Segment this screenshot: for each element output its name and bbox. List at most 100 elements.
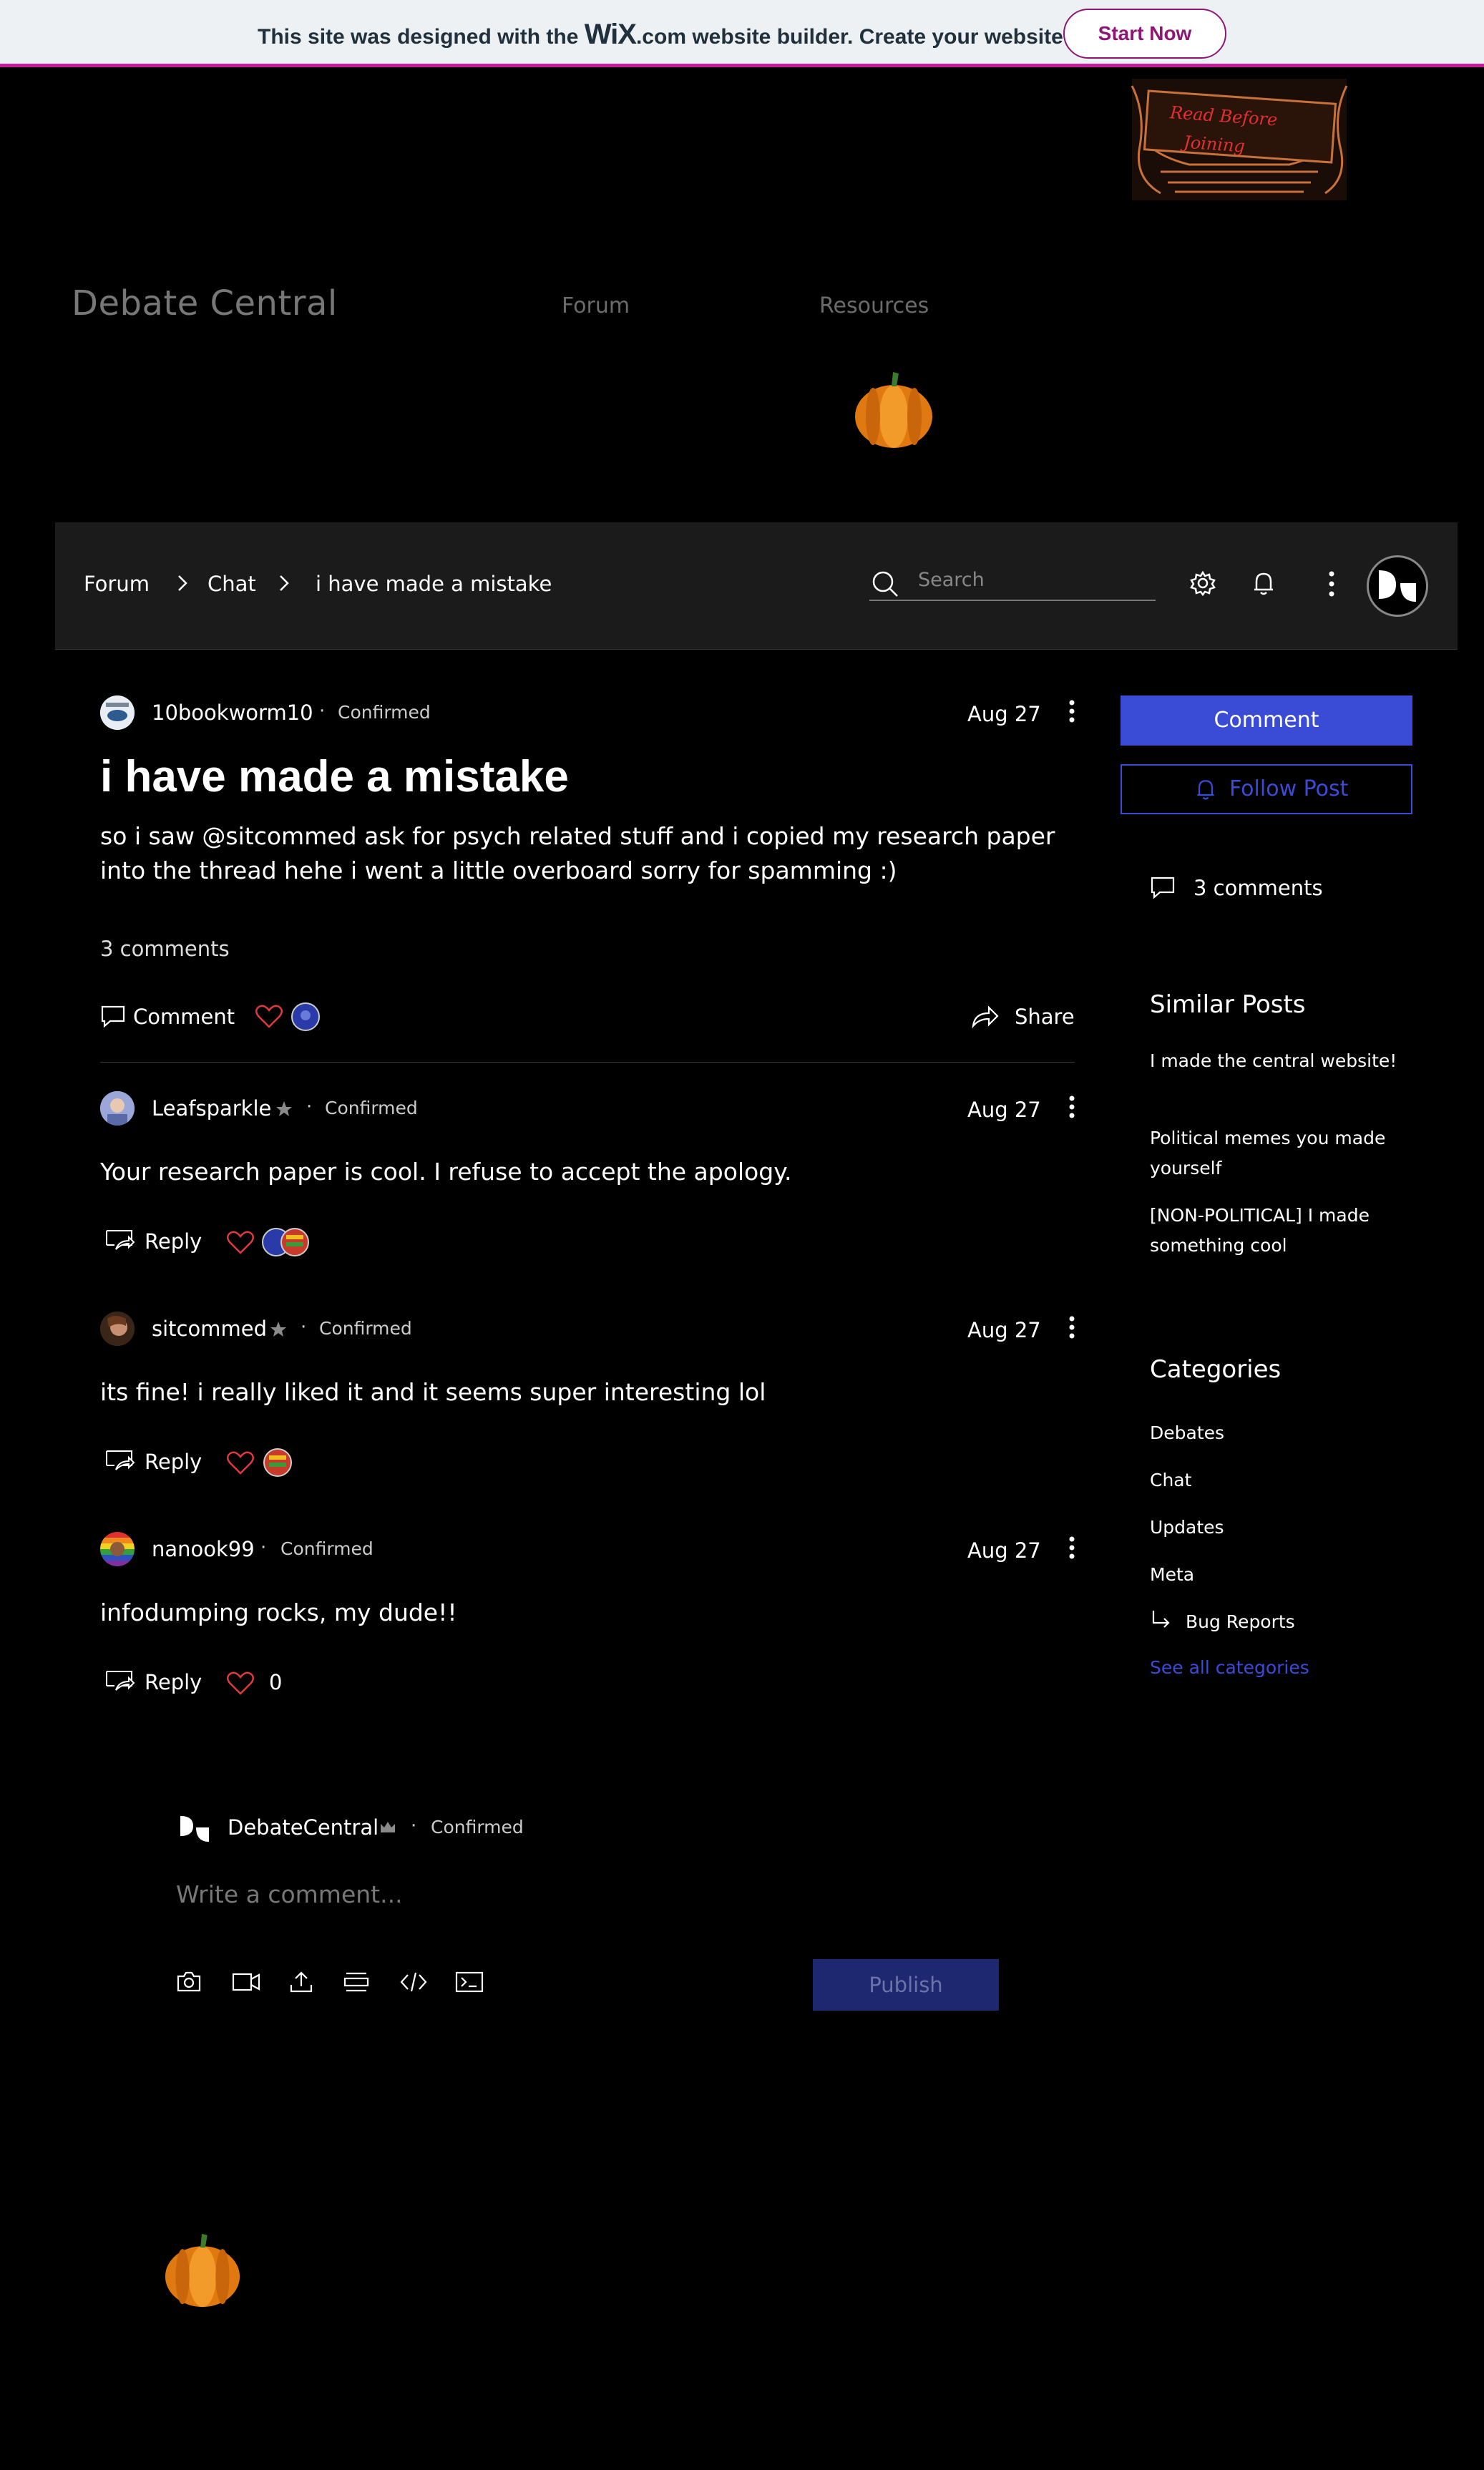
- liker-avatar-icon[interactable]: [262, 1447, 293, 1478]
- category-debates[interactable]: Debates: [1150, 1418, 1407, 1448]
- bell-icon[interactable]: [1250, 570, 1277, 597]
- confirmed-badge: Confirmed: [280, 1538, 374, 1559]
- comment-date: Aug 27: [967, 1318, 1041, 1342]
- categories-title: Categories: [1150, 1355, 1282, 1384]
- follow-post-label: Follow Post: [1229, 776, 1349, 801]
- code-icon[interactable]: [399, 1971, 428, 1993]
- debate-central-avatar-icon: [180, 1816, 209, 1842]
- reply-button[interactable]: Reply: [145, 1229, 202, 1254]
- crown-icon: [381, 1822, 395, 1832]
- video-icon[interactable]: [232, 1971, 260, 1993]
- comment-input[interactable]: [176, 1876, 999, 1912]
- terminal-icon[interactable]: [455, 1971, 484, 1993]
- breadcrumb-current: i have made a mistake: [316, 572, 552, 596]
- more-options-icon[interactable]: [1065, 699, 1079, 728]
- star-icon: [270, 1322, 286, 1337]
- separator-dot: ·: [306, 1096, 313, 1118]
- heart-icon[interactable]: [255, 1005, 283, 1029]
- reply-icon[interactable]: [104, 1228, 136, 1254]
- forum-header-bar: Forum Chat i have made a mistake: [55, 522, 1458, 650]
- see-all-categories-link[interactable]: See all categories: [1150, 1657, 1309, 1678]
- wix-logo: WiX: [584, 19, 637, 50]
- breadcrumb-forum[interactable]: Forum: [84, 572, 150, 596]
- comment-icon[interactable]: [100, 1003, 126, 1029]
- reply-button[interactable]: Reply: [145, 1450, 202, 1474]
- bell-icon: [1197, 780, 1214, 800]
- comment-author[interactable]: Leafsparkle: [152, 1096, 271, 1121]
- avatar[interactable]: [100, 695, 135, 730]
- category-meta[interactable]: Meta: [1150, 1560, 1407, 1590]
- separator-dot: ·: [319, 701, 326, 722]
- reply-icon[interactable]: [104, 1448, 136, 1474]
- follow-post-button[interactable]: Follow Post: [1121, 764, 1412, 814]
- similar-post-link[interactable]: Political memes you made yourself: [1150, 1123, 1407, 1183]
- similar-posts-title: Similar Posts: [1150, 990, 1306, 1019]
- search-input[interactable]: [918, 567, 1147, 592]
- reply-button[interactable]: Reply: [145, 1670, 202, 1694]
- category-bug-reports[interactable]: Bug Reports: [1186, 1607, 1443, 1637]
- comment-icon: [1151, 877, 1175, 899]
- more-options-icon[interactable]: [1065, 1536, 1079, 1564]
- similar-post-link[interactable]: [NON-POLITICAL] I made something cool: [1150, 1201, 1407, 1261]
- heart-icon[interactable]: [226, 1671, 255, 1696]
- nav-resources[interactable]: Resources: [819, 293, 929, 318]
- debate-central-logo: [1379, 570, 1416, 602]
- avatar[interactable]: [100, 1532, 135, 1566]
- gear-icon[interactable]: [1189, 570, 1216, 597]
- post-comments-count[interactable]: 3 comments: [100, 937, 230, 961]
- wix-text-before: This site was designed with the: [258, 25, 585, 49]
- read-before-joining-sign[interactable]: Read Before Joining: [1118, 72, 1365, 200]
- category-chat[interactable]: Chat: [1150, 1465, 1407, 1495]
- more-options-icon[interactable]: [1065, 1315, 1079, 1344]
- wix-text-after: .com website builder. Create your websit…: [635, 25, 1131, 49]
- confirmed-badge: Confirmed: [338, 702, 431, 723]
- search-box[interactable]: [869, 558, 1156, 601]
- breadcrumb-chat[interactable]: Chat: [208, 572, 256, 596]
- divider-icon[interactable]: [343, 1971, 369, 1993]
- more-options-icon[interactable]: [1065, 1095, 1079, 1123]
- separator-dot: ·: [301, 1317, 307, 1338]
- reply-icon[interactable]: [104, 1669, 136, 1694]
- publish-button[interactable]: Publish: [813, 1959, 999, 2011]
- pumpkin-icon: [855, 372, 932, 448]
- camera-icon[interactable]: [176, 1971, 202, 1993]
- nanook99-avatar-icon: [100, 1532, 135, 1566]
- comment-author[interactable]: nanook99: [152, 1537, 255, 1561]
- nav-forum[interactable]: Forum: [562, 293, 630, 318]
- confirmed-badge: Confirmed: [319, 1318, 412, 1339]
- sidebar-comments-count: 3 comments: [1193, 876, 1323, 900]
- confirmed-badge: Confirmed: [325, 1098, 418, 1118]
- avatar[interactable]: [100, 1312, 135, 1346]
- more-options-icon[interactable]: [1327, 570, 1336, 598]
- similar-post-link[interactable]: I made the central website!: [1150, 1046, 1407, 1076]
- user-avatar[interactable]: [1367, 555, 1428, 617]
- heart-icon[interactable]: [226, 1231, 255, 1255]
- share-button[interactable]: Share: [1015, 1005, 1075, 1029]
- post-author[interactable]: 10bookworm10: [152, 701, 313, 725]
- composer-author: DebateCentral: [228, 1815, 379, 1840]
- start-now-button[interactable]: Start Now: [1063, 9, 1226, 59]
- leafsparkle-avatar-icon: [100, 1091, 135, 1126]
- comment-author[interactable]: sitcommed: [152, 1317, 267, 1341]
- search-icon: [872, 571, 898, 597]
- avatar[interactable]: [100, 1091, 135, 1126]
- category-updates[interactable]: Updates: [1150, 1513, 1407, 1543]
- liker-avatar-icon[interactable]: [291, 1002, 321, 1032]
- site-title[interactable]: Debate Central: [72, 283, 338, 323]
- separator-dot: ·: [411, 1815, 417, 1837]
- separator-dot: ·: [260, 1537, 267, 1558]
- post-divider: [100, 1062, 1075, 1063]
- sidebar-comment-button[interactable]: Comment: [1121, 695, 1412, 746]
- liker-avatars-icon[interactable]: [262, 1226, 313, 1258]
- post-comment-button[interactable]: Comment: [133, 1005, 235, 1029]
- sitcommed-avatar-icon: [100, 1312, 135, 1346]
- chevron-right-icon: [280, 575, 289, 591]
- post-title: i have made a mistake: [100, 752, 569, 801]
- upload-icon[interactable]: [289, 1971, 313, 1993]
- star-icon: [276, 1101, 292, 1116]
- share-icon[interactable]: [970, 1003, 999, 1029]
- heart-icon[interactable]: [226, 1451, 255, 1475]
- post-body: so i saw @sitcommed ask for psych relate…: [100, 822, 1055, 884]
- wix-banner: This site was designed with the WiX.com …: [0, 0, 1484, 67]
- comment-text: its fine! i really liked it and it seems…: [100, 1378, 766, 1406]
